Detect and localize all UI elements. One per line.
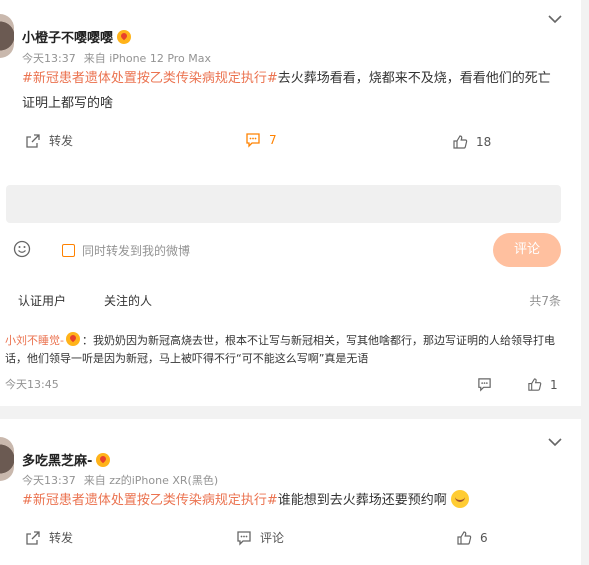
reply-icon[interactable] <box>477 377 492 392</box>
like-button[interactable]: 6 <box>456 530 488 546</box>
post-source: 来自 iPhone 12 Pro Max <box>83 52 212 65</box>
author-name-text[interactable]: 多吃黑芝麻- <box>22 454 92 469</box>
emoji-picker-icon[interactable] <box>13 240 31 258</box>
sync-forward-option[interactable]: 同时转发到我的微博 <box>62 242 190 259</box>
like-count: 6 <box>480 531 488 545</box>
post-meta: 今天13:37 来自 zz的iPhone XR(黑色) <box>22 472 226 488</box>
chevron-down-icon[interactable] <box>548 437 562 447</box>
post-meta: 今天13:37 来自 iPhone 12 Pro Max <box>22 50 219 66</box>
commenter-name[interactable]: 小刘不睡觉- <box>5 334 64 347</box>
fan-badge-icon <box>117 30 132 44</box>
tab-verified-users[interactable]: 认证用户 <box>18 292 66 309</box>
comment-total: 共7条 <box>529 294 561 308</box>
forward-label: 转发 <box>49 134 74 148</box>
avatar[interactable] <box>0 14 14 58</box>
comment-time: 今天13:45 <box>5 378 59 391</box>
comment-text: ：我奶奶因为新冠高烧去世，根本不让写与新冠相关，写其他啥都行，那边写证明的人给领… <box>5 334 555 365</box>
sync-forward-checkbox[interactable] <box>62 244 75 257</box>
topic-link[interactable]: #新冠患者遗体处置按乙类传染病规定执行# <box>22 493 278 508</box>
fan-badge-icon <box>65 332 80 346</box>
fan-badge-icon <box>96 453 111 467</box>
sync-forward-label: 同时转发到我的微博 <box>82 244 191 258</box>
post-body: #新冠患者遗体处置按乙类传染病规定执行#谁能想到去火葬场还要预约啊 <box>22 488 562 513</box>
author-name[interactable]: 小橙子不嘤嘤嘤 <box>22 27 132 46</box>
author-name-text[interactable]: 小橙子不嘤嘤嘤 <box>22 31 113 46</box>
comment-button[interactable]: 7 <box>245 132 277 148</box>
post-time[interactable]: 今天13:37 <box>22 52 76 65</box>
like-icon <box>528 378 542 391</box>
chevron-down-icon[interactable] <box>548 14 562 24</box>
comment-label: 评论 <box>260 531 285 545</box>
forward-button[interactable]: 转发 <box>25 132 73 149</box>
submit-comment-button[interactable]: 评论 <box>493 233 561 267</box>
like-icon <box>453 135 468 149</box>
post-card: 小橙子不嘤嘤嘤 今天13:37 来自 iPhone 12 Pro Max #新冠患… <box>0 0 581 406</box>
topic-link[interactable]: #新冠患者遗体处置按乙类传染病规定执行# <box>22 71 278 86</box>
like-count: 18 <box>476 135 492 149</box>
comment-icon <box>246 133 260 148</box>
comment-button[interactable]: 评论 <box>236 529 284 546</box>
post-time[interactable]: 今天13:37 <box>22 474 76 487</box>
comment-like-button[interactable]: 1 <box>527 377 558 392</box>
like-icon <box>457 531 472 545</box>
comment-like-count: 1 <box>550 377 558 392</box>
post-source: 来自 zz的iPhone XR(黑色) <box>83 474 219 487</box>
post-body: #新冠患者遗体处置按乙类传染病规定执行#去火葬场看看，烧都来不及烧，看看他们的死… <box>22 66 562 116</box>
avatar[interactable] <box>0 437 14 481</box>
post-card: 多吃黑芝麻- 今天13:37 来自 zz的iPhone XR(黑色) #新冠患者遗… <box>0 419 581 565</box>
emoji-icon <box>450 490 469 508</box>
like-button[interactable]: 18 <box>452 134 491 150</box>
comment-icon <box>237 530 251 546</box>
forward-icon <box>26 133 40 148</box>
forward-label: 转发 <box>49 531 74 545</box>
post-text: 谁能想到去火葬场还要预约啊 <box>277 493 447 508</box>
tab-following[interactable]: 关注的人 <box>104 292 152 309</box>
comment-item: 小刘不睡觉- ：我奶奶因为新冠高烧去世，根本不让写与新冠相关，写其他啥都行，那边写… <box>5 332 560 368</box>
forward-icon <box>26 530 40 545</box>
author-name[interactable]: 多吃黑芝麻- <box>22 450 111 469</box>
comment-input[interactable] <box>6 185 561 223</box>
forward-button[interactable]: 转发 <box>25 529 73 546</box>
comment-count: 7 <box>269 133 277 147</box>
